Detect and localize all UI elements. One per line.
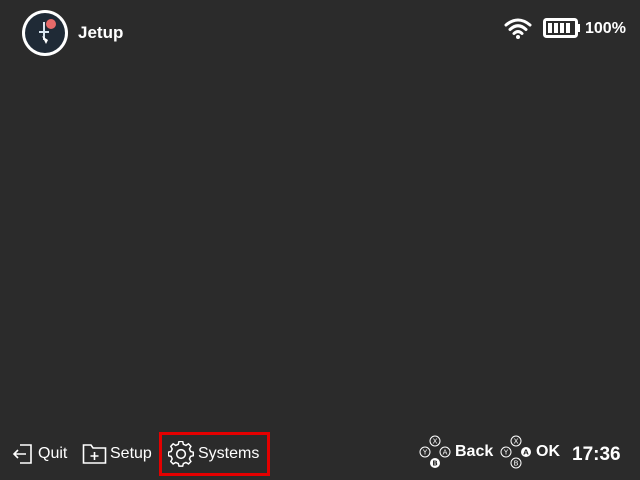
- systems-label: Systems: [198, 445, 260, 462]
- glyph-x: X: [514, 438, 519, 446]
- glyph-a: A: [523, 449, 529, 457]
- clock: 17:36: [572, 444, 621, 465]
- folder-add-icon: [82, 444, 107, 464]
- systems-button[interactable]: Systems: [159, 432, 270, 476]
- gamepad-buttons-b-icon: X Y A B: [419, 435, 451, 468]
- quit-label: Quit: [38, 445, 68, 462]
- battery-percent: 100%: [585, 20, 626, 37]
- back-label: Back: [455, 443, 494, 460]
- app-title: Jetup: [78, 23, 124, 42]
- gear-icon: [168, 440, 195, 467]
- setup-button[interactable]: Setup: [82, 439, 152, 469]
- battery-full-icon: [543, 18, 580, 38]
- screen: Jetup 100% Quit Setup Systems X Y A B Ba…: [0, 0, 640, 480]
- glyph-b: B: [432, 460, 437, 468]
- exit-icon: [12, 444, 32, 464]
- glyph-b: B: [514, 460, 519, 468]
- glyph-a: A: [443, 449, 448, 457]
- glyph-y: Y: [422, 449, 428, 457]
- ok-hint[interactable]: X Y A B OK: [499, 435, 560, 469]
- setup-label: Setup: [110, 445, 152, 462]
- glyph-x: X: [433, 438, 438, 446]
- quit-button[interactable]: Quit: [11, 439, 67, 469]
- wifi-icon: [504, 18, 532, 39]
- ok-label: OK: [536, 443, 560, 460]
- footer-bar: Quit Setup Systems X Y A B Back X Y A B …: [0, 430, 640, 480]
- gamepad-buttons-a-icon: X Y A B: [500, 435, 531, 469]
- app-logo-icon: [22, 10, 68, 56]
- back-hint[interactable]: X Y A B Back: [418, 435, 494, 468]
- header-bar: Jetup 100%: [0, 0, 640, 62]
- glyph-y: Y: [503, 449, 509, 457]
